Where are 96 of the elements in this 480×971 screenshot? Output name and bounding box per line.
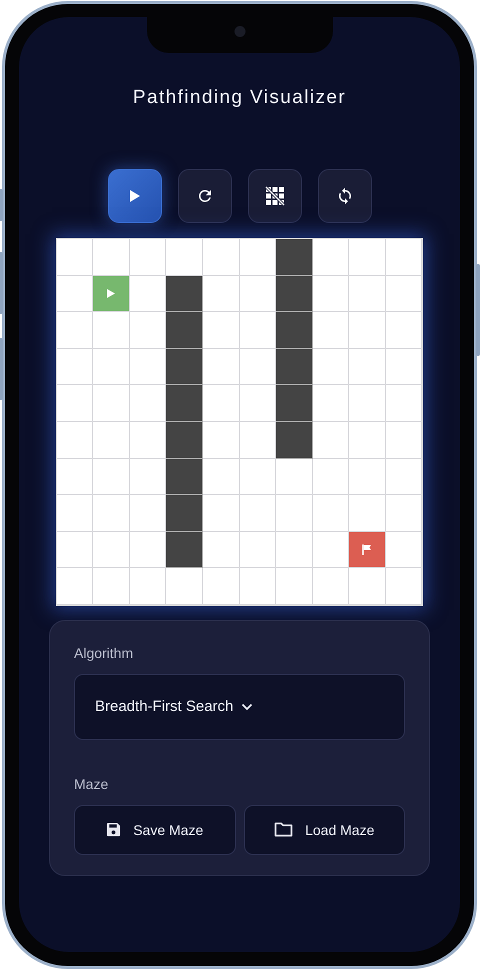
grid-cell[interactable]	[386, 495, 422, 532]
grid-cell[interactable]	[56, 239, 94, 276]
play-icon	[106, 288, 115, 298]
wall-cell[interactable]	[276, 385, 313, 422]
grid-cell[interactable]	[56, 568, 94, 605]
grid-cell[interactable]	[312, 568, 350, 605]
grid-cell[interactable]	[349, 239, 386, 276]
grid-cell[interactable]	[202, 276, 240, 312]
grid-cell[interactable]	[276, 532, 313, 568]
grid-cell[interactable]	[93, 422, 130, 459]
wall-cell[interactable]	[276, 276, 313, 312]
grid-cell[interactable]	[312, 348, 350, 386]
app-title: Pathfinding Visualizer	[132, 87, 346, 109]
wall-cell[interactable]	[166, 422, 203, 459]
grid-cell[interactable]	[349, 348, 386, 386]
grid-cell[interactable]	[56, 458, 94, 496]
grid-cell[interactable]	[202, 348, 240, 386]
grid-cell[interactable]	[276, 458, 313, 496]
toolbar-button[interactable]	[108, 169, 162, 223]
grid-cell[interactable]	[93, 458, 130, 496]
grid-cell[interactable]	[386, 348, 422, 386]
grid-cell[interactable]	[276, 568, 313, 605]
wall-cell[interactable]	[276, 312, 313, 349]
grid-cell[interactable]	[240, 532, 276, 568]
grid-cell[interactable]	[386, 458, 422, 496]
grid-cell[interactable]	[56, 422, 94, 459]
grid-cell[interactable]	[312, 276, 350, 312]
grid-cell[interactable]	[386, 312, 422, 349]
grid-cell[interactable]	[56, 348, 94, 386]
grid-cell[interactable]	[312, 312, 350, 349]
grid-cell[interactable]	[130, 568, 166, 605]
grid-cell[interactable]	[202, 495, 240, 532]
grid-cell[interactable]	[202, 422, 240, 459]
grid-cell[interactable]	[202, 458, 240, 496]
flag-icon	[362, 544, 372, 556]
grid-cell[interactable]	[93, 348, 130, 386]
grid-cell[interactable]	[240, 495, 276, 532]
grid-cell[interactable]	[93, 568, 130, 605]
grid-cell[interactable]	[166, 568, 203, 605]
play-icon	[128, 189, 140, 203]
grid-cell[interactable]	[349, 458, 386, 496]
grid-cell[interactable]	[349, 312, 386, 349]
chevron-down-icon	[241, 702, 254, 711]
wall-cell[interactable]	[166, 458, 203, 496]
save-maze-button[interactable]: Save Maze	[74, 804, 236, 855]
wall-cell[interactable]	[166, 495, 203, 532]
grid-cell[interactable]	[386, 385, 422, 422]
grid-cell[interactable]	[349, 568, 386, 605]
grid-cell[interactable]	[312, 458, 350, 496]
grid-cell[interactable]	[276, 495, 313, 532]
wall-cell[interactable]	[166, 312, 203, 349]
grid-cell[interactable]	[240, 568, 276, 605]
grid-cell[interactable]	[386, 276, 422, 312]
grid-cell[interactable]	[312, 385, 350, 422]
grid-cell[interactable]	[386, 422, 422, 459]
grid-cell[interactable]	[56, 495, 94, 532]
wall-cell[interactable]	[166, 276, 203, 312]
grid-cell[interactable]	[349, 385, 386, 422]
grid-off-icon	[264, 186, 284, 206]
grid-cell[interactable]	[56, 532, 94, 568]
grid-cell[interactable]	[386, 239, 422, 276]
grid-cell[interactable]	[130, 239, 166, 276]
maze-label: Maze	[74, 776, 110, 792]
grid-cell[interactable]	[349, 276, 386, 312]
grid-cell[interactable]	[93, 312, 130, 349]
wall-cell[interactable]	[166, 348, 203, 386]
wall-cell[interactable]	[276, 422, 313, 459]
grid-cell[interactable]	[312, 495, 350, 532]
grid-cell[interactable]	[202, 532, 240, 568]
grid-cell[interactable]	[240, 458, 276, 496]
wall-cell[interactable]	[166, 532, 203, 568]
grid-cell[interactable]	[202, 568, 240, 605]
camera-icon	[234, 26, 245, 37]
grid-cell[interactable]	[202, 239, 240, 276]
algorithm-dropdown[interactable]: Breadth-First Search	[74, 674, 405, 740]
grid-cell[interactable]	[56, 312, 94, 349]
grid-cell[interactable]	[349, 422, 386, 459]
wall-cell[interactable]	[276, 348, 313, 386]
grid-cell[interactable]	[93, 495, 130, 532]
algorithm-label: Algorithm	[74, 644, 134, 661]
grid-cell[interactable]	[386, 532, 422, 568]
wall-cell[interactable]	[166, 385, 203, 422]
end-cell[interactable]	[349, 532, 386, 568]
grid-cell[interactable]	[312, 422, 350, 459]
grid-cell[interactable]	[202, 385, 240, 422]
grid-cell[interactable]	[93, 385, 130, 422]
wall-cell[interactable]	[276, 239, 313, 276]
load-maze-button[interactable]: Load Maze	[244, 804, 405, 855]
start-cell[interactable]	[93, 276, 130, 312]
grid-cell[interactable]	[386, 568, 422, 605]
grid-cell[interactable]	[56, 385, 94, 422]
grid-cell[interactable]	[312, 239, 350, 276]
toolbar-button[interactable]	[248, 169, 302, 223]
grid-cell[interactable]	[93, 532, 130, 568]
grid-cell[interactable]	[202, 312, 240, 349]
folder-icon	[274, 822, 294, 838]
